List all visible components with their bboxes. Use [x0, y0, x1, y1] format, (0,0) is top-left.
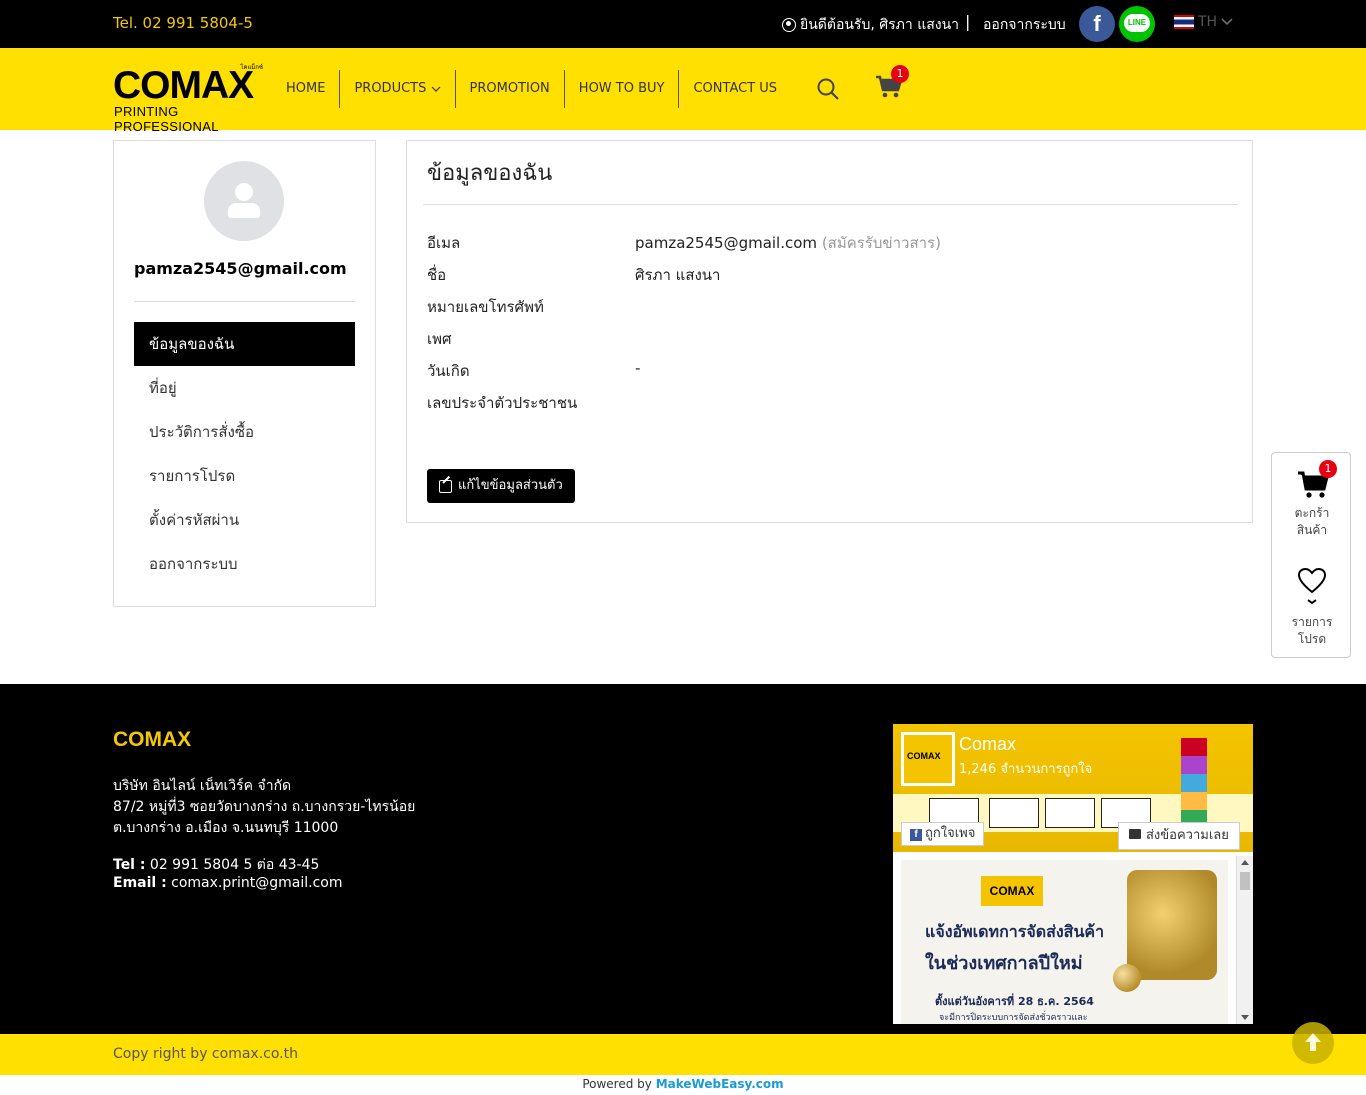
facebook-cover-image: COMAX Comax 1,246 จำนวนการถูกใจ f ถูกใจเพ…	[893, 724, 1253, 852]
email-label: อีเมล	[427, 234, 461, 252]
sidebar-item-order-history[interactable]: ประวัติการสั่งซื้อ	[134, 410, 355, 454]
sidebar-item-favorites[interactable]: รายการโปรด	[134, 454, 355, 498]
sidebar-email: pamza2545@gmail.com	[134, 259, 347, 278]
sidebar-item-address[interactable]: ที่อยู่	[134, 366, 355, 410]
copyright-text: Copy right by comax.co.th	[113, 1046, 298, 1062]
birthday-label: วันเกิด	[427, 362, 470, 380]
scroll-down-icon	[1241, 1015, 1249, 1020]
edit-profile-button[interactable]: แก้ไขข้อมูลส่วนตัว	[427, 469, 575, 503]
language-selector[interactable]: TH	[1174, 14, 1233, 30]
footer-tel: Tel : 02 991 5804 5 ต่อ 43-45	[113, 857, 320, 873]
email-value: pamza2545@gmail.com (สมัครรับข่าวสาร)	[635, 234, 941, 252]
profile-card: ข้อมูลของฉัน อีเมล pamza2545@gmail.com (…	[406, 140, 1253, 523]
phone-label: หมายเลขโทรศัพท์	[427, 298, 544, 316]
favorites-label[interactable]: รายการ โปรด	[1272, 614, 1352, 648]
account-sidebar: pamza2545@gmail.com ข้อมูลของฉัน ที่อยู่…	[113, 140, 376, 607]
facebook-page-thumbnail: COMAX	[901, 732, 955, 786]
welcome-user[interactable]: ยินดีต้อนรับ, ศิรภา แสงนา	[782, 14, 959, 36]
top-bar: Tel. 02 991 5804-5 ยินดีต้อนรับ, ศิรภา แ…	[0, 0, 1366, 48]
heart-icon[interactable]	[1297, 567, 1327, 595]
facebook-like-count: 1,246 จำนวนการถูกใจ	[959, 762, 1093, 777]
divider	[134, 301, 355, 302]
scroll-up-icon	[1241, 860, 1249, 865]
main-menu: HOME PRODUCTS PROMOTION HOW TO BUY CONTA…	[272, 70, 791, 108]
cart-count-badge: 1	[1319, 460, 1337, 478]
address-line-1: 87/2 หมู่ที่3 ซอยวัดบางกร่าง ถ.บางกรวย-ไ…	[113, 799, 416, 815]
copyright-bar: Copy right by comax.co.th	[0, 1034, 1366, 1075]
thai-flag-icon	[1174, 15, 1194, 29]
facebook-icon: f	[910, 829, 922, 841]
id-number-label: เลขประจำตัวประชาชน	[427, 394, 578, 412]
nav-contact[interactable]: CONTACT US	[679, 70, 791, 108]
avatar	[204, 161, 284, 241]
user-circle-icon	[782, 18, 796, 32]
scrollbar[interactable]	[1236, 856, 1253, 1024]
facebook-like-button[interactable]: f ถูกใจเพจ	[901, 822, 985, 846]
facebook-page-widget[interactable]: COMAX Comax 1,246 จำนวนการถูกใจ f ถูกใจเพ…	[893, 724, 1253, 1024]
floating-panel: 1 ตะกร้า สินค้า รายการ โปรด	[1271, 452, 1351, 658]
nav-how-to-buy[interactable]: HOW TO BUY	[565, 70, 680, 108]
account-menu: ข้อมูลของฉัน ที่อยู่ ประวัติการสั่งซื้อ …	[134, 322, 355, 586]
company-name: บริษัท อินไลน์ เน็ทเวิร์ค จำกัด	[113, 778, 292, 794]
chevron-down-icon	[1221, 18, 1233, 26]
footer-brand: COMAX	[113, 728, 192, 751]
main-navbar: โคแม็กซ์ COMAX PRINTING PROFESSIONAL HOM…	[0, 48, 1366, 134]
divider	[423, 204, 1238, 205]
sidebar-item-logout[interactable]: ออกจากระบบ	[134, 542, 355, 586]
nav-promotion[interactable]: PROMOTION	[456, 70, 565, 108]
powered-by[interactable]: Powered by MakeWebEasy.com	[0, 1077, 1366, 1091]
separator: |	[965, 12, 971, 31]
edit-icon	[439, 479, 452, 493]
cart-label[interactable]: ตะกร้า สินค้า	[1272, 505, 1352, 539]
cart-count-badge: 1	[891, 65, 909, 83]
comax-logo[interactable]: โคแม็กซ์ COMAX PRINTING PROFESSIONAL	[113, 62, 263, 134]
sidebar-item-my-info[interactable]: ข้อมูลของฉัน	[134, 322, 355, 366]
facebook-message-button[interactable]: ส่งข้อความเลย	[1118, 822, 1240, 850]
nav-home[interactable]: HOME	[272, 70, 341, 108]
arrow-up-icon	[1305, 1033, 1321, 1051]
language-label: TH	[1198, 14, 1218, 30]
name-value: ศิรภา แสงนา	[635, 266, 721, 284]
telephone-text: Tel. 02 991 5804-5	[113, 14, 253, 32]
facebook-page-name[interactable]: Comax	[959, 734, 1016, 755]
logout-link[interactable]: ออกจากระบบ	[983, 14, 1066, 36]
facebook-icon[interactable]: f	[1079, 6, 1115, 42]
back-to-top-button[interactable]	[1292, 1022, 1334, 1064]
address-line-2: ต.บางกร่าง อ.เมือง จ.นนทบุรี 11000	[113, 820, 339, 836]
message-icon	[1129, 829, 1141, 839]
sidebar-item-password[interactable]: ตั้งค่ารหัสผ่าน	[134, 498, 355, 542]
facebook-post-image: COMAX แจ้งอัพเดทการจัดส่งสินค้า ในช่วงเท…	[901, 860, 1228, 1024]
page-title: ข้อมูลของฉัน	[427, 161, 553, 186]
search-icon[interactable]	[817, 78, 839, 100]
chevron-down-icon	[431, 86, 440, 92]
gender-label: เพศ	[427, 330, 452, 348]
name-label: ชื่อ	[427, 266, 447, 284]
birthday-value: -	[635, 359, 641, 377]
chevron-down-icon	[1307, 599, 1317, 605]
welcome-text: ยินดีต้อนรับ, ศิรภา แสงนา	[800, 17, 960, 33]
footer-email: Email : comax.print@gmail.com	[113, 875, 343, 891]
line-icon[interactable]: LINE	[1119, 6, 1155, 42]
nav-products[interactable]: PRODUCTS	[340, 70, 456, 108]
